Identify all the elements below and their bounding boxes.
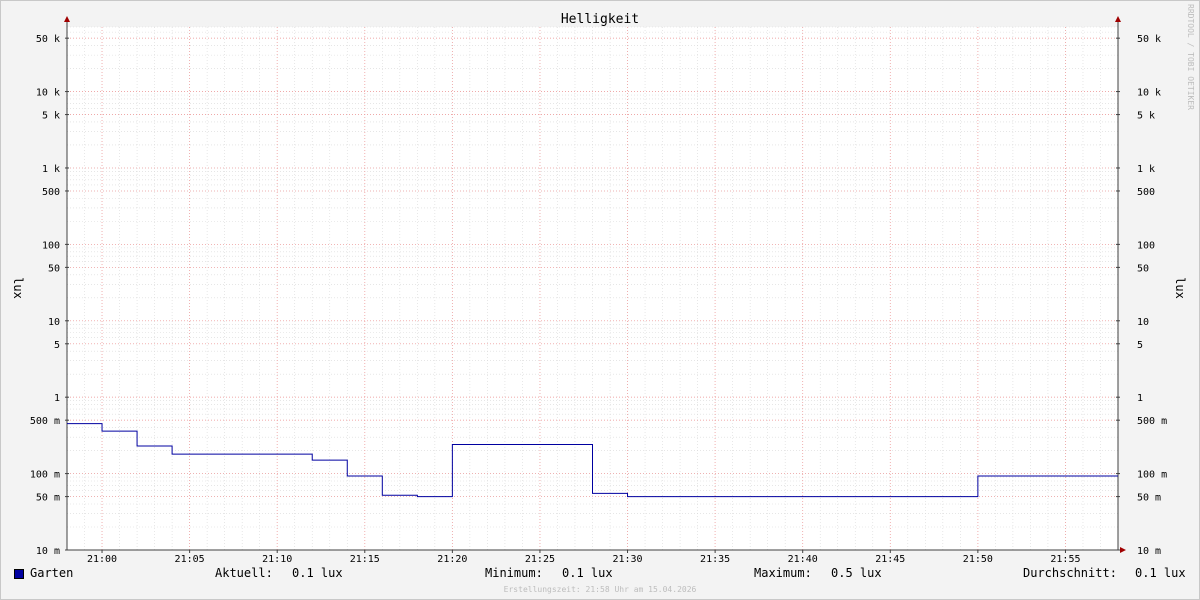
y-tick-labels-left: 50 k 10 k 5 k 1 k 500 100 50 10 5 1 500 m 100 m 50 m…	[30, 34, 60, 557]
y-tick-label: 1 k	[42, 164, 60, 175]
y-tick-label: 10 m	[1137, 546, 1161, 557]
x-tick-label: 21:35	[700, 554, 730, 565]
legend-min-value: 0.1 lux	[562, 566, 613, 580]
y-tick-label: 10	[1137, 317, 1149, 328]
legend: Garten Aktuell: 0.1 lux Minimum: 0.1 lux…	[0, 566, 1200, 584]
legend-series-name: Garten	[30, 566, 74, 580]
x-tick-label: 21:20	[437, 554, 467, 565]
y-tick-label: 5 k	[1137, 111, 1155, 122]
y-tick-label: 1	[1137, 393, 1143, 404]
y-tick-labels-right: 50 k 10 k 5 k 1 k 500 100 50 10 5 1 500 m 100 m 50 m…	[1137, 34, 1167, 557]
legend-avg-label: Durchschnitt:	[1023, 566, 1117, 580]
legend-avg-value: 0.1 lux	[1135, 566, 1186, 580]
y-tick-label: 5	[1137, 340, 1143, 351]
y-axis-arrow-left	[64, 16, 70, 22]
x-tick-label: 21:45	[875, 554, 905, 565]
y-tick-label: 500 m	[30, 416, 60, 427]
creation-time-footer: Erstellungszeit: 21:58 Uhr am 15.04.2026	[503, 585, 697, 594]
y-axis-label-right: lux	[1173, 277, 1187, 299]
y-tick-label: 5 k	[42, 111, 60, 122]
y-tick-label: 1	[54, 393, 60, 404]
x-tick-label: 21:25	[525, 554, 555, 565]
y-tick-label: 100	[1137, 240, 1155, 251]
rrdtool-watermark: RRDTOOL / TOBI OETIKER	[1186, 4, 1195, 110]
y-tick-label: 10 m	[36, 546, 60, 557]
y-axis-arrow-right	[1115, 16, 1121, 22]
legend-max-value: 0.5 lux	[831, 566, 882, 580]
x-tick-label: 21:10	[262, 554, 292, 565]
y-tick-label: 100 m	[30, 470, 60, 481]
x-tick-labels: 21:00 21:05 21:10 21:15 21:20 21:25 21:30 21:35…	[87, 554, 1081, 565]
x-tick-label: 21:30	[612, 554, 642, 565]
y-axis-label-left: lux	[11, 277, 25, 299]
y-tick-label: 50 k	[36, 34, 60, 45]
legend-current-value: 0.1 lux	[292, 566, 343, 580]
x-tick-label: 21:55	[1050, 554, 1080, 565]
chart-title: Helligkeit	[561, 12, 639, 27]
y-tick-label: 10 k	[36, 88, 60, 99]
y-tick-label: 10	[48, 317, 60, 328]
y-tick-label: 5	[54, 340, 60, 351]
y-tick-label: 50	[48, 263, 60, 274]
x-tick-label: 21:40	[788, 554, 818, 565]
y-tick-label: 50 k	[1137, 34, 1161, 45]
brightness-chart: 50 k 10 k 5 k 1 k 500 100 50 10 5 1 500 m 100 m 50 m…	[11, 12, 1187, 565]
legend-swatch-garten	[14, 569, 24, 579]
y-tick-label: 500	[1137, 187, 1155, 198]
x-tick-label: 21:50	[963, 554, 993, 565]
legend-max-label: Maximum:	[754, 566, 812, 580]
y-tick-label: 50 m	[1137, 493, 1161, 504]
legend-min-label: Minimum:	[485, 566, 543, 580]
x-axis-arrow	[1120, 547, 1126, 553]
x-tick-label: 21:15	[350, 554, 380, 565]
legend-current-label: Aktuell:	[215, 566, 273, 580]
y-tick-label: 100 m	[1137, 470, 1167, 481]
y-tick-label: 500	[42, 187, 60, 198]
x-tick-label: 21:05	[175, 554, 205, 565]
y-tick-label: 100	[42, 240, 60, 251]
y-tick-label: 10 k	[1137, 88, 1161, 99]
x-tick-label: 21:00	[87, 554, 117, 565]
y-tick-label: 1 k	[1137, 164, 1155, 175]
y-tick-label: 50 m	[36, 493, 60, 504]
y-tick-label: 50	[1137, 263, 1149, 274]
y-tick-label: 500 m	[1137, 416, 1167, 427]
